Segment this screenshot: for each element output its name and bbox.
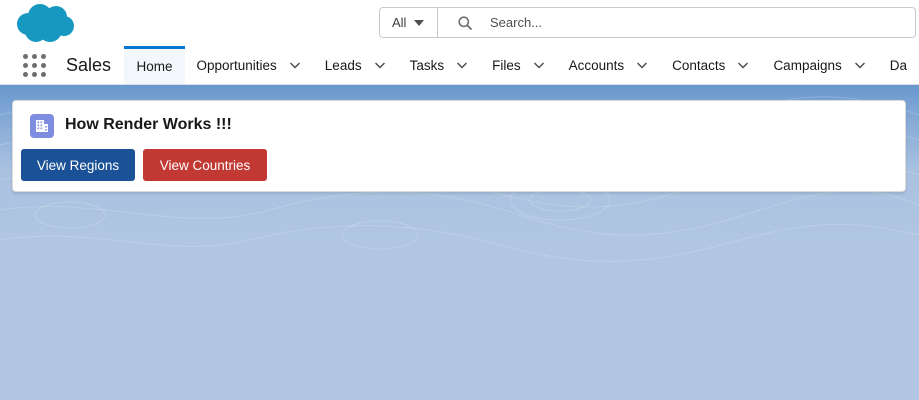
chevron-down-icon[interactable]: [636, 59, 648, 71]
search-input[interactable]: [490, 15, 915, 30]
chevron-down-icon[interactable]: [374, 59, 386, 71]
app-name: Sales: [66, 54, 112, 75]
nav-item-accounts[interactable]: Accounts: [557, 46, 661, 84]
global-header: All: [0, 0, 919, 46]
nav-item-campaigns[interactable]: Campaigns: [761, 46, 877, 84]
how-render-works-card: How Render Works !!! View Regions View C…: [12, 100, 906, 192]
nav-item-truncated[interactable]: Da: [878, 46, 919, 84]
view-regions-button[interactable]: View Regions: [21, 149, 135, 181]
card-title: How Render Works !!!: [65, 116, 232, 133]
search-scope-select[interactable]: All: [380, 8, 438, 37]
page: All Sales Home Opportunities: [0, 0, 919, 400]
nav-item-contacts[interactable]: Contacts: [660, 46, 761, 84]
view-countries-button[interactable]: View Countries: [143, 149, 267, 181]
nav-item-label: Contacts: [672, 57, 726, 73]
chevron-down-icon[interactable]: [289, 59, 301, 71]
nav-item-home[interactable]: Home: [124, 46, 185, 84]
nav-item-label: Campaigns: [773, 57, 842, 73]
search-icon: [458, 15, 472, 30]
search-scope-label: All: [392, 15, 407, 30]
chevron-down-icon[interactable]: [737, 59, 749, 71]
caret-down-icon: [414, 19, 425, 26]
chevron-down-icon[interactable]: [533, 59, 545, 71]
nav-item-tasks[interactable]: Tasks: [398, 46, 481, 84]
nav-item-label: Leads: [324, 57, 362, 73]
nav-item-leads[interactable]: Leads: [313, 46, 398, 84]
building-icon: [30, 114, 54, 138]
nav-item-label: Da: [889, 57, 907, 73]
nav-item-label: Files: [492, 57, 521, 73]
app-launcher-icon[interactable]: [23, 54, 46, 78]
nav-item-label: Home: [136, 59, 173, 74]
chevron-down-icon[interactable]: [854, 59, 866, 71]
nav-item-label: Tasks: [409, 57, 445, 73]
nav-item-label: Opportunities: [196, 57, 277, 73]
chevron-down-icon[interactable]: [456, 59, 468, 71]
nav-item-files[interactable]: Files: [480, 46, 557, 84]
global-search: All: [379, 7, 916, 38]
nav-item-opportunities[interactable]: Opportunities: [185, 46, 313, 84]
app-nav-bar: Sales Home Opportunities Leads Tasks Fil…: [0, 46, 919, 85]
cloud-logo-icon[interactable]: [14, 2, 76, 44]
nav-item-label: Accounts: [568, 57, 625, 73]
